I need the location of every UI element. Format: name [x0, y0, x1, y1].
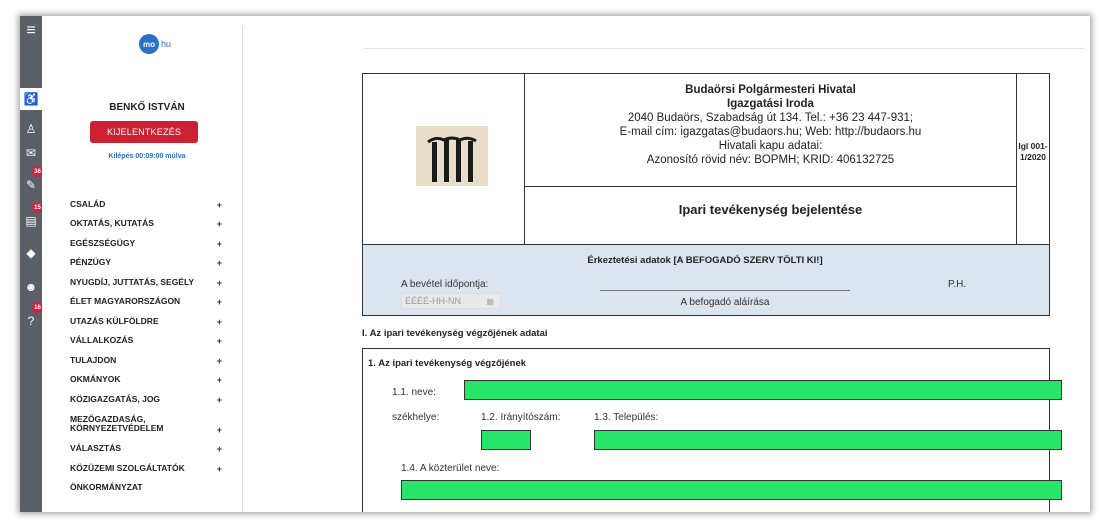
expand-icon[interactable]: +	[217, 464, 222, 474]
menu-item[interactable]: EGÉSZSÉGÜGY +	[70, 233, 230, 253]
divider	[524, 186, 1016, 187]
menu-item[interactable]: MEZŐGAZDASÁG, KÖRNYEZETVÉDELEM +	[70, 409, 230, 439]
menu-item[interactable]: TULAJDON +	[70, 350, 230, 370]
subsection-title: 1. Az ipari tevékenység végzőjének	[368, 358, 527, 369]
org-gateway: Hivatali kapu adatai:	[718, 140, 823, 152]
signature-line	[600, 290, 850, 291]
tools-icon[interactable]: ✎	[20, 174, 42, 196]
menu-item[interactable]: ÉLET MAGYARORSZÁGON +	[70, 292, 230, 312]
arrival-date-label: A bevétel időpontja:	[401, 279, 489, 290]
org-ids: Azonosító rövid név: BOPMH; KRID: 406132…	[646, 154, 895, 166]
app-window: ≡ ♿ ♙ ✉ ✎ 36 ▤ 15 ◆ ☻ ? 16 mo hu BENKŐ I…	[20, 16, 1090, 512]
seat-label: székhelye:	[392, 412, 440, 423]
stamp-label: P.H.	[948, 279, 967, 290]
menu-item[interactable]: KÖZIGAZGATÁS, JOG +	[70, 389, 230, 409]
name-field[interactable]	[464, 380, 1062, 400]
logout-button[interactable]: KIJELENTKEZÉS	[90, 121, 198, 143]
expand-icon[interactable]: +	[217, 219, 222, 229]
name-label: 1.1. neve:	[392, 387, 436, 398]
form-title: Ipari tevékenység bejelentése	[678, 202, 863, 217]
menu-item[interactable]: KÖZÜZEMI SZOLGÁLTATÓK +	[70, 458, 230, 478]
expand-icon[interactable]: +	[217, 356, 222, 366]
org-unit: Igazgatási Iroda	[727, 98, 814, 110]
icon-rail: ≡ ♿ ♙ ✉ ✎ 36 ▤ 15 ◆ ☻ ? 16	[20, 16, 43, 512]
expand-icon[interactable]: +	[217, 239, 222, 249]
user-name: BENKŐ ISTVÁN	[109, 102, 185, 113]
logo-mark: mo	[139, 34, 159, 54]
expand-icon[interactable]: +	[217, 200, 222, 210]
calendar-icon[interactable]: ▦	[486, 297, 494, 306]
menu-item[interactable]: CSALÁD +	[70, 194, 230, 214]
sidebar-divider	[242, 26, 243, 512]
street-field[interactable]	[401, 480, 1062, 500]
city-field[interactable]	[594, 430, 1062, 450]
issuer-info: Budaörsi Polgármesteri Hivatal Igazgatás…	[525, 83, 1016, 167]
arrival-title: Érkeztetési adatok [A BEFOGADÓ SZERV TÖL…	[587, 255, 823, 266]
arrival-date-input[interactable]: ÉÉÉÉ-HH-NN ▦	[401, 293, 501, 309]
expand-icon[interactable]: +	[217, 395, 222, 405]
people-icon[interactable]: ☻	[20, 276, 42, 298]
menu-item[interactable]: OKMÁNYOK +	[70, 370, 230, 390]
help-icon[interactable]: ?	[20, 310, 42, 332]
menu-item[interactable]: NYUGDÍJ, JUTTATÁS, SEGÉLY +	[70, 272, 230, 292]
signature-label: A befogadó aláírása	[680, 297, 770, 308]
menu-icon[interactable]: ≡	[20, 20, 42, 42]
org-name: Budaörsi Polgármesteri Hivatal	[685, 84, 856, 96]
city-label: 1.3. Település:	[594, 412, 659, 423]
zip-field[interactable]	[481, 430, 531, 450]
menu-item[interactable]: UTAZÁS KÜLFÖLDRE +	[70, 311, 230, 331]
expand-icon[interactable]: +	[217, 425, 222, 435]
shield-icon[interactable]: ◆	[20, 242, 42, 264]
menu-item[interactable]: VÁLASZTÁS +	[70, 439, 230, 459]
mail-icon[interactable]: ✉	[20, 142, 42, 164]
section-title: I. Az ipari tevékenység végzőjének adata…	[362, 328, 548, 339]
divider	[1016, 73, 1017, 244]
coat-of-arms-icon	[416, 126, 488, 186]
menu-item[interactable]: OKTATÁS, KUTATÁS +	[70, 214, 230, 234]
menu-item[interactable]: PÉNZÜGY +	[70, 253, 230, 273]
expand-icon[interactable]: +	[217, 258, 222, 268]
expand-icon[interactable]: +	[217, 375, 222, 385]
expand-icon[interactable]: +	[217, 317, 222, 327]
menu-item[interactable]: VÁLLALKOZÁS +	[70, 331, 230, 351]
user-icon[interactable]: ♙	[20, 118, 42, 140]
org-address: 2040 Budaörs, Szabadság út 134. Tel.: +3…	[627, 112, 914, 124]
expand-icon[interactable]: +	[217, 336, 222, 346]
card-icon[interactable]: ▤	[20, 210, 42, 232]
zip-label: 1.2. Irányítószám:	[481, 412, 561, 423]
street-label: 1.4. A közterület neve:	[401, 463, 500, 474]
category-menu: CSALÁD + OKTATÁS, KUTATÁS + EGÉSZSÉGÜGY + P…	[70, 194, 230, 497]
expand-icon[interactable]: +	[217, 297, 222, 307]
session-timer: Kilépés 00:09:00 múlva	[108, 153, 186, 160]
menu-item[interactable]: ÖNKORMÁNYZAT	[70, 478, 230, 498]
logo-suffix: hu	[161, 39, 172, 49]
expand-icon[interactable]: +	[217, 444, 222, 454]
logo[interactable]: mo hu	[139, 34, 195, 54]
org-contact: E-mail cím: igazgatas@budaors.hu; Web: h…	[619, 126, 922, 138]
expand-icon[interactable]: +	[217, 278, 222, 288]
accessibility-icon[interactable]: ♿	[20, 88, 42, 110]
form-code: Igl 001- 1/2020	[1018, 141, 1048, 162]
